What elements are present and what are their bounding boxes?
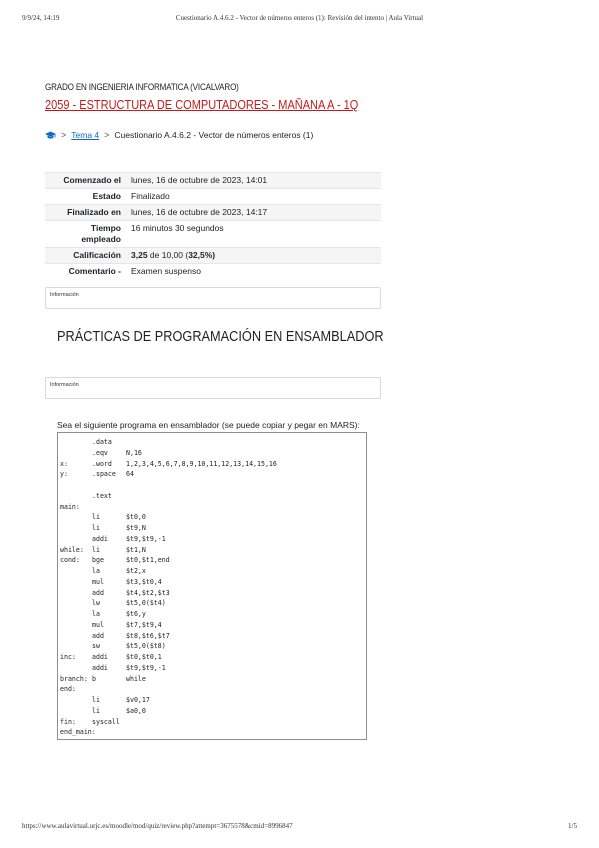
code-opcode: add	[92, 588, 104, 597]
summary-row: Estado Finalizado	[45, 188, 381, 205]
code-args: $t5,0($t4)	[126, 599, 166, 608]
info-label: Información	[50, 292, 79, 298]
info-label: Información	[50, 382, 79, 388]
summary-row: Calificación 3,25 de 10,00 (32,5%)	[45, 247, 381, 264]
summary-value: lunes, 16 de octubre de 2023, 14:01	[127, 172, 381, 189]
summary-label: Comenzado el	[45, 172, 127, 189]
code-args: $v0,17	[126, 696, 150, 704]
summary-label: Calificación	[45, 247, 127, 264]
code-args: $a0,0	[126, 706, 146, 715]
print-header: 9/9/24, 14:19 Cuestionario A.4.6.2 - Vec…	[22, 14, 577, 26]
summary-label: Comentario -	[45, 263, 127, 279]
grade-percent-end: %)	[204, 250, 216, 260]
code-label: cond:	[60, 556, 80, 565]
print-footer: https://www.aulavirtual.urjc.es/moodle/m…	[22, 822, 577, 834]
code-block[interactable]: .data .eqv N,16 x: .word 1,2,3,4,5,6,7,8,9,10…	[57, 432, 367, 740]
attempt-summary-table: Comenzado el lunes, 16 de octubre de 202…	[45, 172, 381, 279]
degree-name: GRADO EN INGENIERIA INFORMATICA (VICALVA…	[45, 82, 239, 93]
code-opcode: lw	[92, 599, 100, 608]
code-opcode: .eqv	[92, 448, 108, 457]
code-args: $t8,$t6,$t7	[126, 631, 170, 640]
mortarboard-icon[interactable]	[45, 131, 56, 140]
summary-label: Tiempo empleado	[45, 220, 127, 248]
summary-label: Estado	[45, 188, 127, 205]
code-opcode: bge	[92, 556, 104, 565]
code-opcode: mul	[92, 577, 104, 586]
code-label: end:	[60, 685, 76, 694]
code-args: $t9,$t9,-1	[126, 663, 166, 672]
breadcrumb-separator: >	[61, 130, 67, 140]
code-args: 64	[126, 470, 134, 479]
code-args: $t9,N	[126, 524, 146, 532]
code-args: N,16	[126, 448, 142, 457]
breadcrumb: > Tema 4 > Cuestionario A.4.6.2 - Vector…	[45, 130, 313, 140]
code-opcode: syscall	[92, 717, 120, 726]
code-args: $t4,$t2,$t3	[126, 588, 170, 597]
info-box: Información	[45, 377, 381, 399]
question-text: Sea el siguiente programa en ensamblador…	[57, 420, 360, 430]
code-label: end_main:	[60, 728, 96, 737]
code-opcode: .text	[92, 491, 112, 500]
code-args: $t9,$t9,-1	[126, 534, 166, 543]
code-label: fin:	[60, 717, 76, 726]
code-opcode: mul	[92, 620, 104, 629]
code-opcode: addi	[92, 663, 108, 672]
code-label: inc:	[60, 653, 76, 661]
summary-row: Finalizado en lunes, 16 de octubre de 20…	[45, 204, 381, 221]
code-args: $t3,$t0,4	[126, 577, 162, 586]
code-opcode: add	[92, 631, 104, 640]
code-opcode: addi	[92, 653, 108, 661]
code-label: while:	[60, 545, 84, 554]
code-args: $t0,0	[126, 513, 146, 522]
summary-value: Finalizado	[127, 188, 381, 205]
code-opcode: li	[92, 706, 100, 715]
code-opcode: li	[92, 696, 100, 704]
code-opcode: li	[92, 524, 100, 532]
summary-label: Finalizado en	[45, 204, 127, 221]
code-args: $t0,$t0,1	[126, 653, 162, 661]
summary-value: 16 minutos 30 segundos	[127, 220, 381, 248]
code-args: $t1,N	[126, 545, 146, 554]
grade-max: de 10,00 (	[147, 250, 189, 260]
code-opcode: .space	[92, 470, 116, 479]
code-args: $t2,x	[126, 567, 146, 575]
code-opcode: .data	[92, 438, 112, 446]
print-url: https://www.aulavirtual.urjc.es/moodle/m…	[22, 822, 293, 830]
code-opcode: .word	[92, 459, 112, 468]
code-args: 1,2,3,4,5,6,7,8,9,10,11,12,13,14,15,16	[126, 459, 277, 468]
code-args: while	[126, 674, 146, 683]
code-label: x:	[60, 459, 68, 468]
print-page-number: 1/5	[568, 822, 577, 830]
info-box: Información	[45, 287, 381, 309]
code-opcode: addi	[92, 534, 108, 543]
code-args: $t6,y	[126, 610, 146, 618]
code-opcode: b	[92, 674, 96, 683]
code-args: $t7,$t9,4	[126, 620, 162, 629]
summary-row: Tiempo empleado 16 minutos 30 segundos	[45, 220, 381, 248]
code-label: main:	[60, 502, 80, 511]
code-opcode: li	[92, 513, 100, 522]
print-doc-title: Cuestionario A.4.6.2 - Vector de números…	[175, 14, 424, 22]
breadcrumb-separator: >	[104, 130, 110, 140]
summary-value: Examen suspenso	[127, 263, 381, 279]
code-label: y:	[60, 470, 68, 479]
code-label: branch:	[60, 674, 88, 683]
code-args: $t0,$t1,end	[126, 556, 170, 565]
code-opcode: li	[92, 545, 100, 554]
summary-value-grade: 3,25 de 10,00 (32,5%)	[127, 247, 381, 264]
code-opcode: la	[92, 610, 100, 618]
code-opcode: la	[92, 567, 100, 575]
summary-value: lunes, 16 de octubre de 2023, 14:17	[127, 204, 381, 221]
grade-percent: 32,5	[188, 250, 205, 260]
grade-score: 3,25	[131, 250, 148, 260]
code-args: $t5,0($t8)	[126, 642, 166, 651]
section-title: PRÁCTICAS DE PROGRAMACIÓN EN ENSAMBLADOR	[57, 328, 384, 345]
summary-row: Comentario - Examen suspenso	[45, 263, 381, 279]
summary-row: Comenzado el lunes, 16 de octubre de 202…	[45, 172, 381, 189]
breadcrumb-item-quiz: Cuestionario A.4.6.2 - Vector de números…	[114, 130, 314, 140]
code-opcode: sw	[92, 642, 100, 651]
course-title-link[interactable]: 2059 - ESTRUCTURA DE COMPUTADORES - MAÑA…	[45, 98, 358, 112]
breadcrumb-item-tema-4[interactable]: Tema 4	[71, 130, 99, 140]
